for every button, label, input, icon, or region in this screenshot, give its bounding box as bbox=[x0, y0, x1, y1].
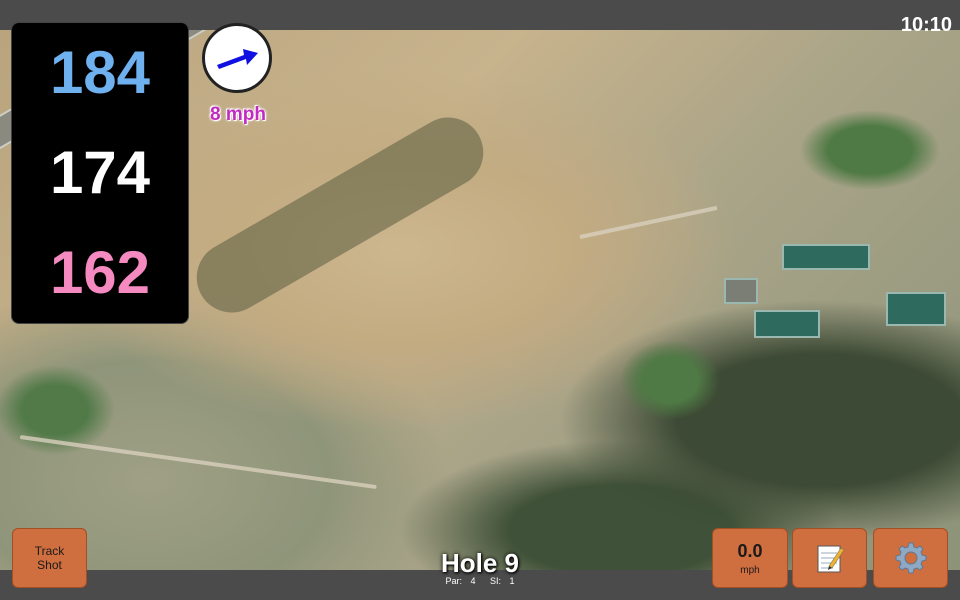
front-yardage: 162 bbox=[49, 239, 151, 306]
gear-icon bbox=[895, 542, 926, 574]
track-shot-label-line1: Track bbox=[34, 544, 65, 558]
hole-title: Hole 9 bbox=[440, 548, 520, 578]
back-yardage: 184 bbox=[49, 39, 151, 106]
tree-band bbox=[183, 104, 497, 326]
building bbox=[724, 278, 758, 304]
cart-path bbox=[579, 205, 718, 239]
notepad-icon bbox=[817, 545, 844, 573]
middle-yardage: 174 bbox=[49, 139, 151, 206]
settings-button[interactable] bbox=[873, 528, 948, 588]
speed-button[interactable]: 0.0 mph bbox=[712, 528, 788, 588]
wind-indicator bbox=[202, 23, 272, 93]
speed-value: 0.0 bbox=[737, 540, 763, 561]
speed-unit: mph bbox=[740, 564, 760, 576]
building bbox=[782, 244, 870, 270]
clock: 10:10 bbox=[900, 14, 952, 36]
arrow-right-up-icon bbox=[217, 49, 258, 69]
track-shot-label-line2: Shot bbox=[37, 558, 62, 572]
cart-path bbox=[19, 435, 377, 490]
notes-button[interactable] bbox=[792, 528, 867, 588]
wind-speed: 8 mph bbox=[210, 104, 266, 125]
building bbox=[886, 292, 946, 326]
yardage-panel: 184 174 162 bbox=[11, 22, 189, 324]
building bbox=[754, 310, 820, 338]
si-label: SI: 1 bbox=[490, 576, 515, 586]
par-label: Par: 4 bbox=[445, 576, 476, 586]
track-shot-button[interactable]: Track Shot bbox=[12, 528, 87, 588]
hole-info: Par: 4 SI: 1 bbox=[380, 576, 580, 586]
